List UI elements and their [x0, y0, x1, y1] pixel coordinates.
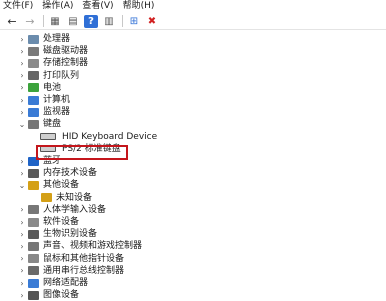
mouse-icon	[28, 254, 39, 264]
toolbar-separator	[43, 15, 44, 27]
chevron-down-icon[interactable]: ⌄	[17, 181, 27, 190]
tree-node[interactable]: › 存储控制器	[17, 57, 88, 69]
tree-child-label: 未知设备	[56, 192, 93, 203]
menu-view[interactable]: 查看(V)	[78, 0, 118, 13]
chevron-right-icon[interactable]: ›	[17, 266, 27, 275]
tree-node-label: 声音、视频和游戏控制器	[43, 241, 143, 252]
tree-node[interactable]: › 人体学输入设备	[17, 204, 106, 216]
tree-node-label: 内存技术设备	[43, 168, 98, 179]
tree-node-label: 图像设备	[43, 290, 80, 301]
help-icon[interactable]: ?	[84, 14, 98, 28]
tree-child-node[interactable]: 未知设备	[40, 192, 92, 204]
imaging-icon	[28, 290, 39, 300]
tree-node[interactable]: › 磁盘驱动器	[17, 45, 88, 57]
tree-child-label: HID Keyboard Device	[62, 131, 158, 142]
chevron-down-icon[interactable]: ⌄	[17, 120, 27, 129]
disk-icon	[28, 46, 39, 56]
other-device-icon	[28, 180, 39, 190]
chevron-right-icon[interactable]: ›	[17, 242, 27, 251]
tree-node-label: 处理器	[43, 34, 71, 44]
usb-icon	[28, 266, 39, 276]
network-icon	[28, 278, 39, 288]
chevron-right-icon[interactable]: ›	[17, 218, 27, 227]
cpu-icon	[28, 34, 39, 44]
tree-node[interactable]: › 鼠标和其他指针设备	[17, 253, 124, 265]
chevron-right-icon[interactable]: ›	[17, 59, 27, 68]
tree-node-label: 通用串行总线控制器	[43, 265, 125, 276]
tree-node[interactable]: ⌄ 键盘	[17, 118, 61, 130]
forward-arrow-icon[interactable]: →	[23, 15, 37, 28]
menu-action[interactable]: 操作(A)	[38, 0, 78, 13]
tree-node[interactable]: › 生物识别设备	[17, 228, 97, 240]
chevron-right-icon[interactable]: ›	[17, 157, 27, 166]
tree-node-label: 鼠标和其他指针设备	[43, 253, 125, 264]
tree-node[interactable]: › 监视器	[17, 106, 70, 118]
tree-node[interactable]: › 电池	[17, 82, 61, 94]
tree-node[interactable]: › 计算机	[17, 94, 70, 106]
chevron-right-icon[interactable]: ›	[17, 96, 27, 105]
software-icon	[28, 217, 39, 227]
chevron-right-icon[interactable]: ›	[17, 71, 27, 80]
tree-node-label: 键盘	[43, 119, 62, 130]
tree-node-label: 电池	[43, 82, 62, 93]
chevron-right-icon[interactable]: ›	[17, 230, 27, 239]
chevron-right-icon[interactable]: ›	[17, 254, 27, 263]
printer-icon	[28, 71, 39, 81]
tree-node[interactable]: › 网络适配器	[17, 277, 88, 289]
sound-icon	[28, 241, 39, 251]
tree-node-label: 磁盘驱动器	[43, 46, 89, 57]
chevron-right-icon[interactable]: ›	[17, 47, 27, 56]
keyboard-icon	[40, 133, 56, 141]
chevron-right-icon[interactable]: ›	[17, 279, 27, 288]
memory-icon	[28, 168, 39, 178]
biometric-icon	[28, 229, 39, 239]
tree-node-label: 生物识别设备	[43, 229, 98, 240]
toolbar-separator	[122, 15, 123, 27]
storage-icon	[28, 58, 39, 68]
monitor-icon	[28, 107, 39, 117]
battery-icon	[28, 83, 39, 93]
tree-node-label: 人体学输入设备	[43, 204, 107, 215]
chevron-right-icon[interactable]: ›	[17, 35, 27, 44]
tree-child-node[interactable]: HID Keyboard Device	[40, 131, 157, 143]
tree-node[interactable]: ⌄ 其他设备	[17, 179, 79, 191]
keyboard-icon	[28, 119, 39, 129]
unknown-device-icon	[41, 193, 52, 203]
properties-icon[interactable]: ▤	[66, 15, 80, 28]
tree-node-label: 其他设备	[43, 180, 80, 191]
menu-file[interactable]: 文件(F)	[0, 0, 38, 13]
tree-node-label: 监视器	[43, 107, 71, 118]
list-view-icon[interactable]: ▥	[102, 15, 116, 28]
highlight-box	[36, 145, 128, 160]
tree-node-label: 软件设备	[43, 217, 80, 227]
chevron-right-icon[interactable]: ›	[17, 169, 27, 178]
tree-node[interactable]: › 处理器	[17, 33, 70, 45]
menu-bar: 文件(F) 操作(A) 查看(V) 帮助(H)	[0, 0, 386, 13]
chevron-right-icon[interactable]: ›	[17, 83, 27, 92]
tree-node-label: 计算机	[43, 95, 71, 105]
device-view-icon[interactable]: ▦	[48, 15, 62, 28]
scan-hardware-icon[interactable]: ⊞	[127, 15, 141, 28]
menu-help[interactable]: 帮助(H)	[119, 0, 160, 13]
chevron-right-icon[interactable]: ›	[17, 291, 27, 300]
hid-icon	[28, 205, 39, 215]
tree-node[interactable]: › 通用串行总线控制器	[17, 265, 124, 277]
tree-node-label: 存储控制器	[43, 58, 89, 69]
chevron-right-icon[interactable]: ›	[17, 108, 27, 117]
tree-node-label: 打印队列	[43, 70, 80, 81]
chevron-right-icon[interactable]: ›	[17, 205, 27, 214]
back-arrow-icon[interactable]: ←	[5, 15, 19, 28]
tree-node[interactable]: › 软件设备	[17, 216, 79, 228]
toolbar: ← → ▦ ▤ ? ▥ ⊞ ✖	[0, 13, 386, 30]
disable-device-icon[interactable]: ✖	[145, 15, 159, 28]
tree-node-label: 网络适配器	[43, 278, 89, 288]
tree-node[interactable]: › 声音、视频和游戏控制器	[17, 240, 142, 252]
tree-node[interactable]: › 打印队列	[17, 70, 79, 82]
computer-icon	[28, 95, 39, 105]
tree-node[interactable]: › 图像设备	[17, 289, 79, 301]
tree-node[interactable]: › 内存技术设备	[17, 167, 97, 179]
